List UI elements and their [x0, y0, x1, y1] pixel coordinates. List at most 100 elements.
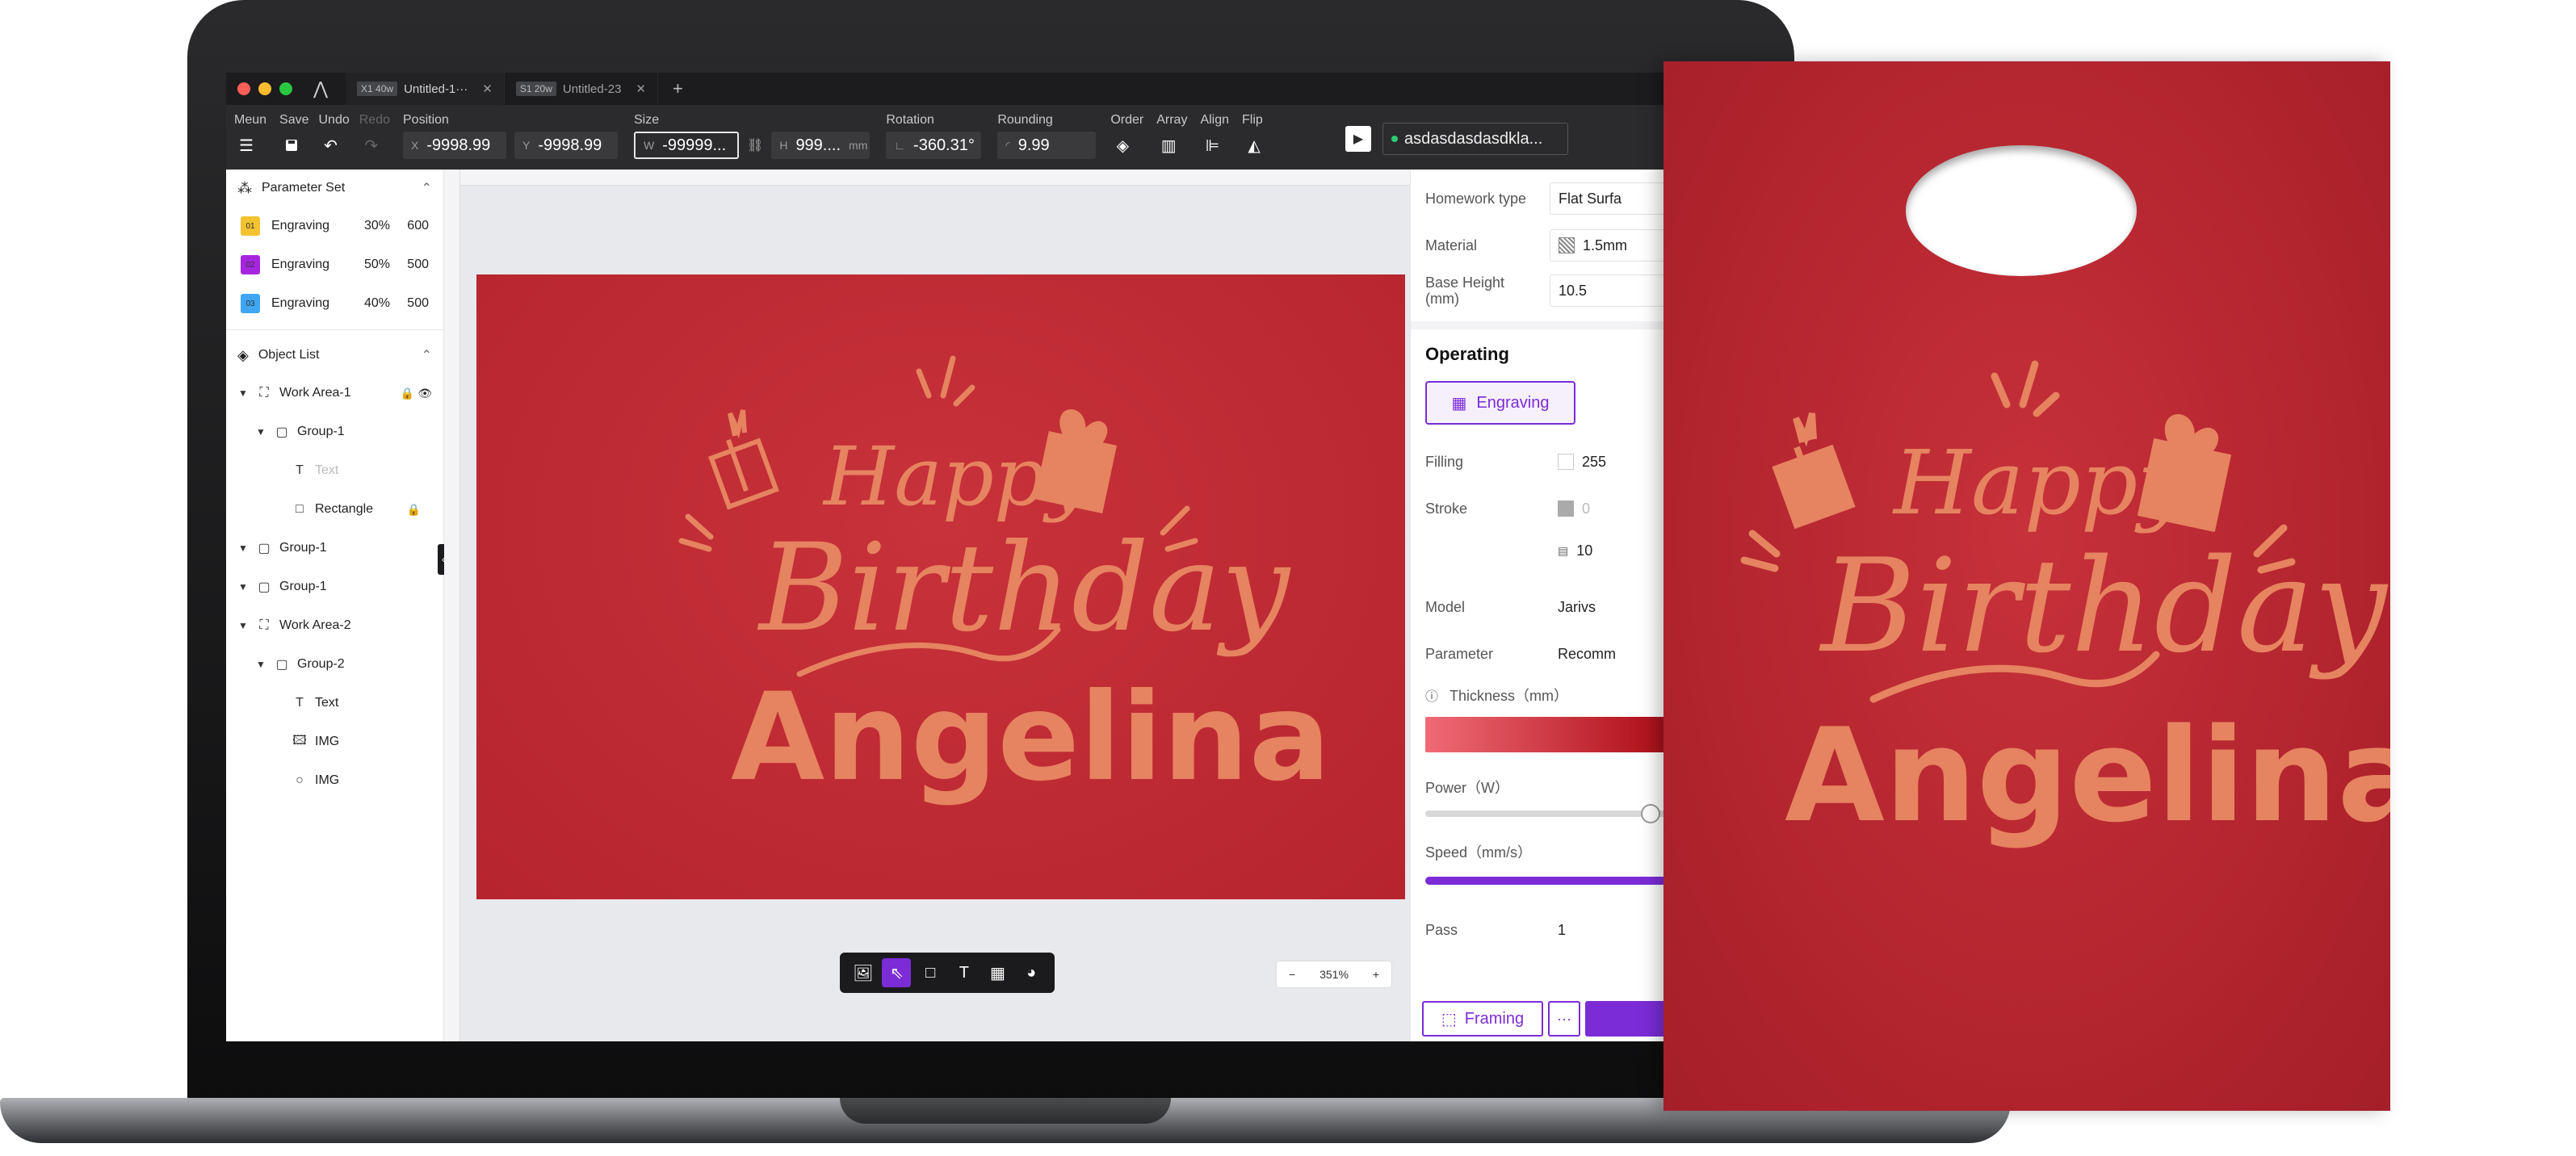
object-list-item[interactable]: 🖾 IMG [226, 722, 443, 761]
expand-arrow-icon[interactable]: ▼ [237, 581, 249, 593]
stroke-width-value: 10 [1576, 542, 1593, 559]
power-slider[interactable] [1425, 804, 1700, 823]
more-options-button[interactable]: ··· [1548, 1001, 1580, 1037]
lock-ratio-icon[interactable]: ⛓ [747, 137, 763, 153]
rotation-field[interactable]: ∟ -360.31° [886, 132, 982, 159]
object-list-item[interactable]: ○ IMG [226, 761, 443, 800]
y-value: -9998.99 [538, 136, 602, 154]
rectangle-tool-icon[interactable]: □ [916, 958, 945, 987]
object-list-header[interactable]: ◈ Object List ⌃ [226, 337, 443, 374]
collapse-chevron-icon[interactable]: ⌃ [422, 347, 432, 363]
expand-arrow-icon[interactable]: ▼ [237, 387, 249, 399]
menu-group: Meun ☰ [226, 113, 275, 160]
material-value: 1.5mm [1583, 237, 1628, 253]
flip-icon[interactable]: ◭ [1242, 133, 1266, 157]
stroke-value: 0 [1582, 500, 1591, 517]
power-slider-handle[interactable] [1640, 804, 1660, 823]
close-tab-icon[interactable]: ✕ [482, 82, 493, 96]
elements-tool-icon[interactable]: ▦ [983, 958, 1012, 987]
birthday-artwork[interactable]: Happy Birthday Angelina [476, 274, 1405, 899]
select-tool-icon[interactable]: ⇖ [882, 958, 912, 987]
thickness-label: Thickness（mm） [1450, 688, 1569, 704]
tab-label: Untitled-1··· [404, 82, 468, 96]
expand-arrow-icon[interactable]: ▼ [255, 659, 266, 670]
thickness-gradient-bar[interactable] [1425, 717, 1700, 752]
tab-label: Untitled-23 [562, 82, 622, 96]
engraving-mode-button[interactable]: ▦ Engraving [1425, 381, 1575, 425]
lock-and-visibility-icons[interactable]: 🔒 👁 [401, 387, 432, 400]
stroke-width-icon: ▤ [1558, 543, 1569, 557]
expand-arrow-icon[interactable]: ▼ [255, 426, 266, 438]
parameter-power: 50% [363, 258, 390, 271]
play-icon[interactable]: ▶ [1345, 126, 1372, 152]
object-list-item[interactable]: ▼ ▢ Group-1 [226, 529, 443, 568]
object-list-item[interactable]: □ Rectangle 🔒 [226, 490, 443, 529]
device-selector[interactable]: asdasdasdasdkla... [1382, 123, 1569, 155]
save-group: Save [275, 113, 313, 160]
filling-label: Filling [1425, 454, 1464, 470]
save-icon[interactable] [279, 133, 304, 157]
array-icon[interactable]: ▥ [1156, 133, 1181, 157]
base-height-label: Base Height (mm) [1425, 274, 1505, 307]
shapes-tool-icon[interactable]: ◕ [1017, 958, 1046, 987]
collapse-chevron-icon[interactable]: ⌃ [422, 180, 432, 196]
zoom-control: − 351% + [1276, 961, 1392, 988]
expand-arrow-icon[interactable]: ▼ [237, 542, 249, 554]
object-type-icon: ▢ [258, 542, 271, 555]
close-window-button[interactable] [237, 82, 250, 95]
object-list-item[interactable]: ▼ ▢ Group-2 [226, 645, 443, 684]
object-list-item[interactable]: ▼ ▢ Group-1 [226, 568, 443, 606]
power-label: Power（W） [1425, 780, 1510, 796]
object-type-icon: 🖾 [292, 733, 307, 748]
expand-arrow-icon[interactable]: ▼ [237, 620, 249, 631]
zoom-out-button[interactable]: − [1289, 968, 1295, 981]
redo-icon[interactable]: ↷ [359, 133, 384, 157]
layers-icon[interactable]: ◈ [1110, 133, 1135, 157]
minimize-window-button[interactable] [258, 82, 271, 95]
object-type-icon: ○ [296, 773, 304, 787]
rounding-field[interactable]: ◜ 9.99 [997, 132, 1097, 159]
undo-group: Undo ↶ [314, 113, 355, 160]
framing-button[interactable]: ⬚ Framing [1422, 1001, 1543, 1037]
text-tool-icon[interactable]: T [950, 958, 979, 987]
pass-label: Pass [1425, 922, 1458, 938]
hamburger-menu-icon[interactable]: ☰ [234, 133, 258, 157]
parameter-speed: 500 [407, 296, 429, 310]
pass-value: 1 [1558, 921, 1567, 938]
parameter-row[interactable]: 03 Engraving 40% 500 [226, 284, 443, 323]
align-left-icon[interactable]: ⊫ [1200, 133, 1224, 157]
object-list-item[interactable]: ▼ ⛶ Work Area-1 🔒 👁 [226, 374, 443, 413]
design-canvas[interactable]: Happy Birthday Angelina [444, 170, 1410, 1041]
object-list-item[interactable]: T Text [226, 451, 443, 490]
tab-untitled-1[interactable]: X1 40w Untitled-1··· ✕ [346, 73, 505, 105]
x-position-field[interactable]: X -9998.99 [403, 132, 506, 159]
close-tab-icon[interactable]: ✕ [636, 82, 646, 96]
parameter-row[interactable]: 01 Engraving 30% 600 [226, 207, 443, 245]
object-list-item[interactable]: ▼ ▢ Group-1 [226, 413, 443, 451]
object-list-item[interactable]: T Text [226, 684, 443, 722]
filling-color-swatch[interactable] [1558, 454, 1574, 470]
object-list-item[interactable]: ▼ ⛶ Work Area-2 [226, 606, 443, 645]
image-tool-icon[interactable]: 🖼 [849, 958, 878, 987]
lock-icon[interactable]: 🔒 [407, 503, 421, 517]
order-label: Order [1110, 113, 1144, 127]
maximize-window-button[interactable] [279, 82, 292, 95]
tab-untitled-23[interactable]: S1 20w Untitled-23 ✕ [505, 73, 658, 105]
object-type-icon: ▢ [258, 580, 271, 594]
width-field[interactable]: W -99999... [634, 132, 739, 159]
y-position-field[interactable]: Y -9998.99 [514, 132, 618, 159]
layers-icon: ◈ [237, 346, 249, 363]
artboard[interactable]: Happy Birthday Angelina [476, 274, 1405, 899]
stroke-color-swatch[interactable] [1558, 501, 1574, 517]
height-field[interactable]: H 999.... mm [771, 132, 871, 159]
object-type-icon: □ [296, 502, 304, 516]
canvas-line-birthday: Birthday [757, 518, 1291, 659]
parameter-set-header[interactable]: ⁂ Parameter Set ⌃ [226, 170, 443, 207]
undo-icon[interactable]: ↶ [319, 133, 343, 157]
parameter-set-title: Parameter Set [262, 181, 346, 195]
zoom-in-button[interactable]: + [1373, 968, 1379, 981]
parameter-color-swatch: 03 [241, 294, 260, 313]
parameter-row[interactable]: 02 Engraving 50% 500 [226, 245, 443, 284]
new-tab-button[interactable]: + [658, 78, 698, 99]
speed-slider[interactable] [1425, 877, 1700, 885]
